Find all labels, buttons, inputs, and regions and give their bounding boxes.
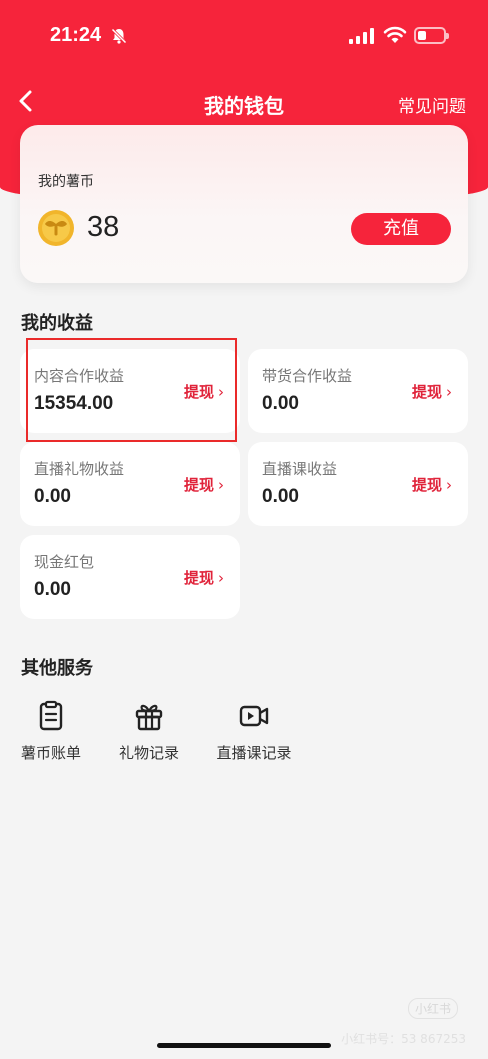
video-icon	[239, 705, 269, 727]
battery-icon	[414, 27, 449, 44]
recharge-button[interactable]: 充值	[351, 213, 451, 245]
services-title: 其他服务	[21, 658, 93, 679]
withdraw-button[interactable]: 提现 ›	[184, 567, 224, 588]
chevron-right-icon: ›	[218, 476, 224, 494]
chevron-right-icon: ›	[446, 383, 452, 401]
service-label: 薯币账单	[20, 744, 81, 762]
earning-label: 带货合作收益	[262, 367, 353, 385]
withdraw-label: 提现	[411, 383, 442, 401]
earning-value: 0.00	[34, 579, 71, 600]
service-live-course-record[interactable]: 直播课记录	[209, 700, 299, 763]
highlight-annotation	[26, 338, 237, 442]
earning-card-live-gift: 直播礼物收益 0.00 提现 ›	[20, 442, 240, 526]
navigation-bar: 我的钱包 常见问题	[0, 80, 488, 124]
chevron-right-icon: ›	[446, 476, 452, 494]
wallet-card: 我的薯币 38 充值	[20, 125, 468, 283]
coin-balance: 38	[87, 211, 120, 243]
chevron-right-icon: ›	[218, 569, 224, 587]
earning-label: 直播礼物收益	[34, 460, 125, 478]
earning-card-live-course: 直播课收益 0.00 提现 ›	[248, 442, 468, 526]
watermark-logo: 小红书	[407, 998, 458, 1019]
earnings-title: 我的收益	[21, 313, 93, 334]
coin-icon	[38, 210, 74, 246]
faq-link[interactable]: 常见问题	[398, 92, 466, 117]
earning-card-commerce: 带货合作收益 0.00 提现 ›	[248, 349, 468, 433]
service-label: 直播课记录	[216, 744, 292, 762]
signal-icon	[349, 28, 374, 44]
watermark-text: 小红书号：53 867253	[341, 1032, 466, 1046]
home-indicator[interactable]	[157, 1043, 331, 1048]
earning-card-red-packet: 现金红包 0.00 提现 ›	[20, 535, 240, 619]
withdraw-button[interactable]: 提现 ›	[412, 381, 452, 402]
withdraw-label: 提现	[183, 569, 214, 587]
withdraw-button[interactable]: 提现 ›	[184, 474, 224, 495]
earning-value: 0.00	[262, 393, 299, 414]
withdraw-button[interactable]: 提现 ›	[412, 474, 452, 495]
service-gift-record[interactable]: 礼物记录	[104, 700, 194, 763]
wifi-icon	[383, 26, 407, 43]
service-label: 礼物记录	[118, 744, 179, 762]
bill-icon	[39, 700, 63, 731]
earning-value: 0.00	[262, 486, 299, 507]
service-coin-bill[interactable]: 薯币账单	[6, 700, 96, 763]
bell-muted-icon	[111, 28, 127, 44]
withdraw-label: 提现	[411, 476, 442, 494]
wallet-label: 我的薯币	[38, 174, 94, 190]
earning-label: 直播课收益	[262, 460, 338, 478]
status-bar: 21:24	[0, 0, 488, 72]
withdraw-label: 提现	[183, 476, 214, 494]
status-time: 21:24	[50, 24, 102, 46]
earning-value: 0.00	[34, 486, 71, 507]
earning-label: 现金红包	[34, 553, 95, 571]
gift-icon	[135, 704, 163, 731]
